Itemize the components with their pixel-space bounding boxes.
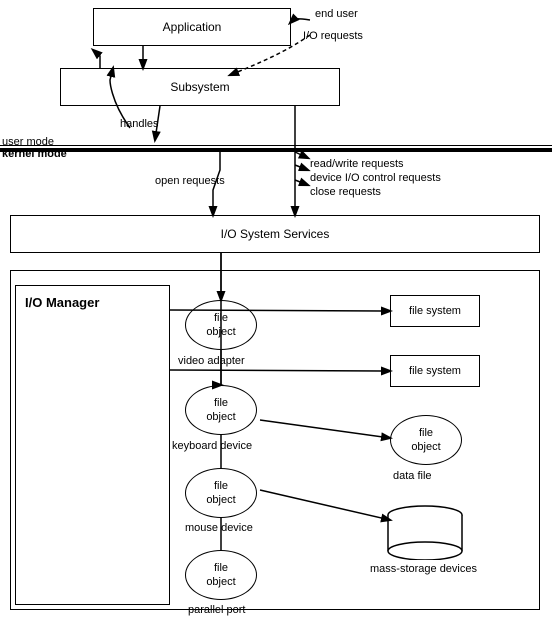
file-system-box-1: file system [390,295,480,327]
io-services-label: I/O System Services [221,227,330,241]
file-obj-mouse-label: fileobject [206,479,235,508]
io-requests-label: I/O requests [303,30,363,42]
file-obj-data-label: fileobject [411,426,440,455]
handles-label: handles [120,118,159,130]
io-manager-label: I/O Manager [25,295,99,310]
file-obj-data: fileobject [390,415,462,465]
file-obj-keyboard-label: fileobject [206,396,235,425]
mouse-device-label: mouse device [185,522,253,534]
keyboard-device-label: keyboard device [172,440,252,452]
file-obj-video: fileobject [185,300,257,350]
application-box: Application [93,8,291,46]
file-obj-keyboard: fileobject [185,385,257,435]
user-mode-label: user mode [2,136,54,148]
io-architecture-diagram: Application Subsystem user mode kernel m… [0,0,552,620]
mode-line-thick [0,148,552,152]
file-obj-parallel: fileobject [185,550,257,600]
file-system-box-2: file system [390,355,480,387]
end-user-label: end user [315,8,358,20]
subsystem-label: Subsystem [170,80,229,94]
file-system-label-1: file system [409,305,461,317]
io-services-box: I/O System Services [10,215,540,253]
file-obj-video-label: fileobject [206,311,235,340]
mass-storage-label: mass-storage devices [370,563,477,575]
close-requests-label: close requests [310,186,381,198]
file-system-label-2: file system [409,365,461,377]
subsystem-box: Subsystem [60,68,340,106]
read-write-label: read/write requests [310,158,404,170]
mass-storage-cylinder [385,505,465,560]
application-label: Application [163,20,222,34]
open-requests-label: open requests [155,175,225,187]
data-file-label: data file [393,470,432,482]
io-manager-box [15,285,170,605]
video-adapter-label: video adapter [178,355,245,367]
device-io-label: device I/O control requests [310,172,441,184]
file-obj-parallel-label: fileobject [206,561,235,590]
parallel-port-label: parallel port [188,604,245,616]
mode-line-thin [0,145,552,146]
file-obj-mouse: fileobject [185,468,257,518]
